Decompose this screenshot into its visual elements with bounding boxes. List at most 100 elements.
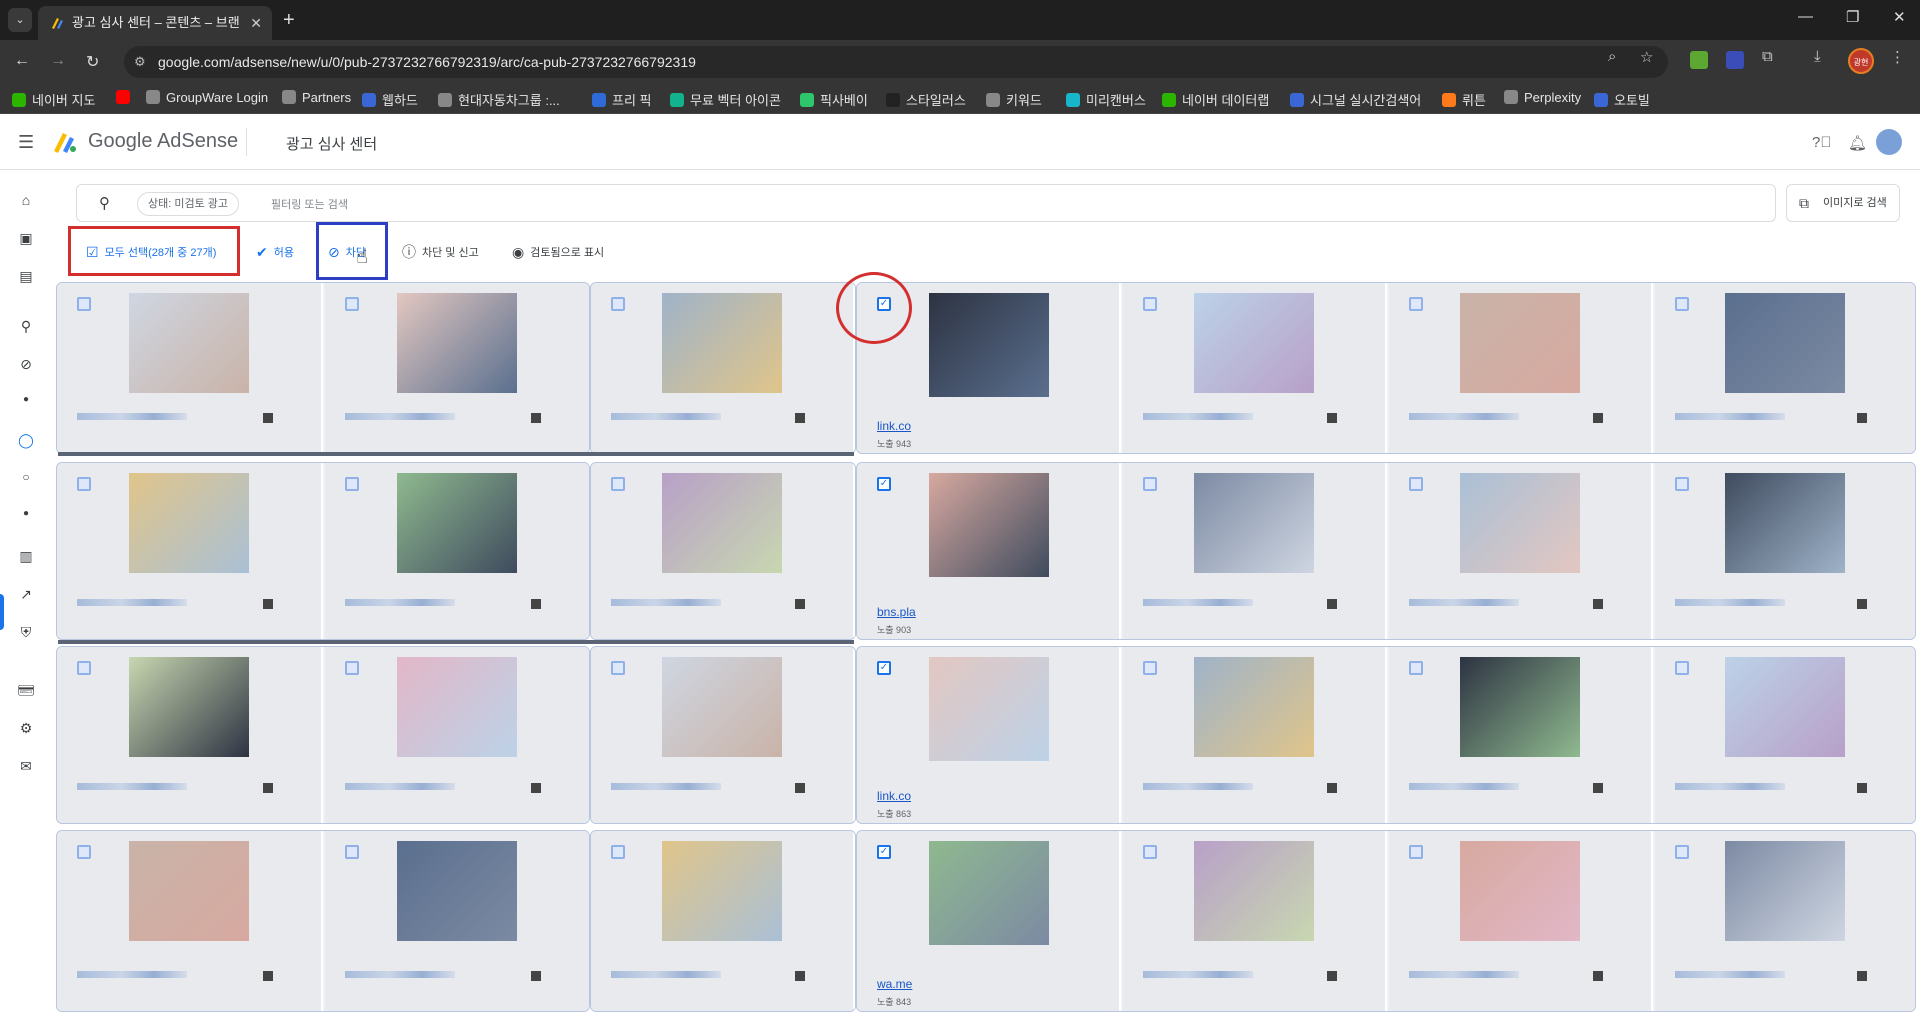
ad-creative-card[interactable] [325, 831, 589, 1011]
ad-action-icon[interactable] [795, 783, 805, 793]
ad-action-icon[interactable] [1327, 783, 1337, 793]
ad-action-icon[interactable] [531, 783, 541, 793]
ad-select-checkbox[interactable] [345, 661, 359, 675]
ad-creative-card[interactable] [1123, 463, 1387, 639]
ad-creative-card[interactable] [1655, 831, 1915, 1011]
ad-select-checkbox[interactable] [611, 297, 625, 311]
ad-select-checkbox[interactable] [1409, 845, 1423, 859]
ad-action-icon[interactable] [1593, 413, 1603, 423]
reports-icon[interactable]: ▥ [17, 548, 35, 565]
ad-creative-card[interactable] [1123, 647, 1387, 823]
ad-creative-card[interactable] [325, 647, 589, 823]
ad-creative-card[interactable] [591, 647, 855, 823]
extensions-puzzle-icon[interactable]: ⧉ [1762, 48, 1773, 65]
ad-select-checkbox[interactable] [1143, 477, 1157, 491]
bookmark-item[interactable] [116, 90, 136, 105]
ad-action-icon[interactable] [795, 599, 805, 609]
ad-group-card[interactable]: ✓ wa.me 노출 843 [857, 831, 1121, 1011]
bookmark-item[interactable]: 미리캔버스 [1066, 90, 1146, 109]
ad-select-checkbox[interactable] [1675, 477, 1689, 491]
ad-select-checkbox[interactable] [77, 845, 91, 859]
ad-creative-card[interactable] [325, 463, 589, 639]
bookmark-item[interactable]: Perplexity [1504, 90, 1581, 105]
bookmark-item[interactable]: 네이버 데이터랩 [1162, 90, 1269, 109]
ad-creative-card[interactable] [1655, 463, 1915, 639]
ad-action-icon[interactable] [263, 783, 273, 793]
ad-action-icon[interactable] [1857, 783, 1867, 793]
ad-creative-card[interactable] [591, 283, 855, 453]
bookmark-item[interactable]: Partners [282, 90, 351, 105]
nav-dot-icon[interactable]: ● [17, 394, 35, 405]
ad-creative-card[interactable] [1389, 463, 1653, 639]
ad-select-checkbox[interactable] [345, 477, 359, 491]
ad-select-checkbox[interactable] [77, 477, 91, 491]
tab-close-icon[interactable]: ✕ [250, 6, 262, 40]
ad-group-card[interactable]: ✓ bns.pla 노출 903 [857, 463, 1121, 639]
ad-action-icon[interactable] [1593, 783, 1603, 793]
zoom-icon[interactable]: ⌕ [1608, 48, 1616, 65]
ad-review-center-icon[interactable]: ◯ [17, 432, 35, 449]
ad-action-icon[interactable] [1857, 413, 1867, 423]
group-select-checkbox[interactable]: ✓ [877, 477, 891, 491]
ad-creative-card[interactable] [1389, 831, 1653, 1011]
active-tab[interactable]: 광고 심사 센터 – 콘텐츠 – 브랜 ✕ [38, 6, 272, 40]
site-info-icon[interactable]: ⚙ [134, 46, 146, 78]
blocking-controls-icon[interactable]: ⊘ [17, 356, 35, 373]
ad-creative-card[interactable] [57, 463, 323, 639]
ad-creative-card[interactable] [57, 831, 323, 1011]
ad-select-checkbox[interactable] [1143, 845, 1157, 859]
ad-select-checkbox[interactable] [345, 297, 359, 311]
ad-action-icon[interactable] [263, 413, 273, 423]
ad-creative-card[interactable] [591, 831, 855, 1011]
nav-circle-icon[interactable]: ○ [17, 470, 35, 484]
ad-domain-link[interactable]: wa.me [877, 977, 912, 991]
bookmark-item[interactable]: 뤼튼 [1442, 90, 1486, 109]
status-filter-chip[interactable]: 상태: 미검토 광고 [137, 192, 240, 216]
ad-select-checkbox[interactable] [1409, 477, 1423, 491]
ad-creative-card[interactable] [591, 463, 855, 639]
ad-domain-link[interactable]: link.co [877, 419, 911, 433]
ad-creative-card[interactable] [1655, 647, 1915, 823]
ad-select-checkbox[interactable] [611, 477, 625, 491]
ad-select-checkbox[interactable] [1675, 845, 1689, 859]
bookmark-item[interactable]: 웹하드 [362, 90, 418, 109]
bookmark-item[interactable]: 시그널 실시간검색어 [1290, 90, 1421, 109]
ad-action-icon[interactable] [1327, 971, 1337, 981]
ad-creative-card[interactable] [325, 283, 589, 453]
extension-icon[interactable] [1690, 51, 1708, 69]
ad-domain-link[interactable]: bns.pla [877, 605, 916, 619]
bookmark-item[interactable]: 스타일러스 [886, 90, 966, 109]
nav-dot-icon[interactable]: ● [17, 508, 35, 519]
bookmark-item[interactable]: GroupWare Login [146, 90, 268, 105]
search-input[interactable]: 필터링 또는 검색 [271, 196, 348, 212]
ad-select-checkbox[interactable] [77, 297, 91, 311]
ad-select-checkbox[interactable] [77, 661, 91, 675]
help-icon[interactable]: ?⃝ [1812, 134, 1832, 151]
ad-select-checkbox[interactable] [1675, 297, 1689, 311]
ad-action-icon[interactable] [531, 599, 541, 609]
settings-gear-icon[interactable]: ⚙ [17, 720, 35, 737]
ad-creative-card[interactable] [1389, 647, 1653, 823]
group-select-checkbox[interactable]: ✓ [877, 845, 891, 859]
tab-search-button[interactable]: ⌄ [8, 8, 32, 32]
ad-select-checkbox[interactable] [611, 845, 625, 859]
address-bar[interactable]: ⚙ google.com/adsense/new/u/0/pub-2737232… [124, 46, 1668, 78]
ad-action-icon[interactable] [1857, 599, 1867, 609]
account-avatar[interactable] [1876, 129, 1902, 155]
bookmark-star-icon[interactable]: ☆ [1640, 48, 1653, 66]
group-select-checkbox[interactable]: ✓ [877, 661, 891, 675]
close-window-icon[interactable]: ✕ [1893, 8, 1906, 26]
bookmark-item[interactable]: 키워드 [986, 90, 1042, 109]
ad-action-icon[interactable] [531, 413, 541, 423]
policy-center-icon[interactable]: ⛨ [17, 624, 35, 641]
privacy-icon[interactable]: ⚲ [17, 318, 35, 335]
allow-button[interactable]: ✔ 허용 [256, 240, 294, 264]
search-by-image-button[interactable]: ⧉ 이미지로 검색 [1786, 184, 1900, 222]
notifications-bell-icon[interactable]: 🔔︎ [1848, 134, 1867, 152]
bookmark-item[interactable]: 무료 벡터 아이콘 [670, 90, 781, 109]
ad-select-checkbox[interactable] [611, 661, 625, 675]
reload-icon[interactable]: ↻ [86, 52, 99, 72]
ad-action-icon[interactable] [263, 971, 273, 981]
ad-creative-card[interactable] [1123, 831, 1387, 1011]
ad-group-card[interactable]: ✓ link.co 노출 863 [857, 647, 1121, 823]
